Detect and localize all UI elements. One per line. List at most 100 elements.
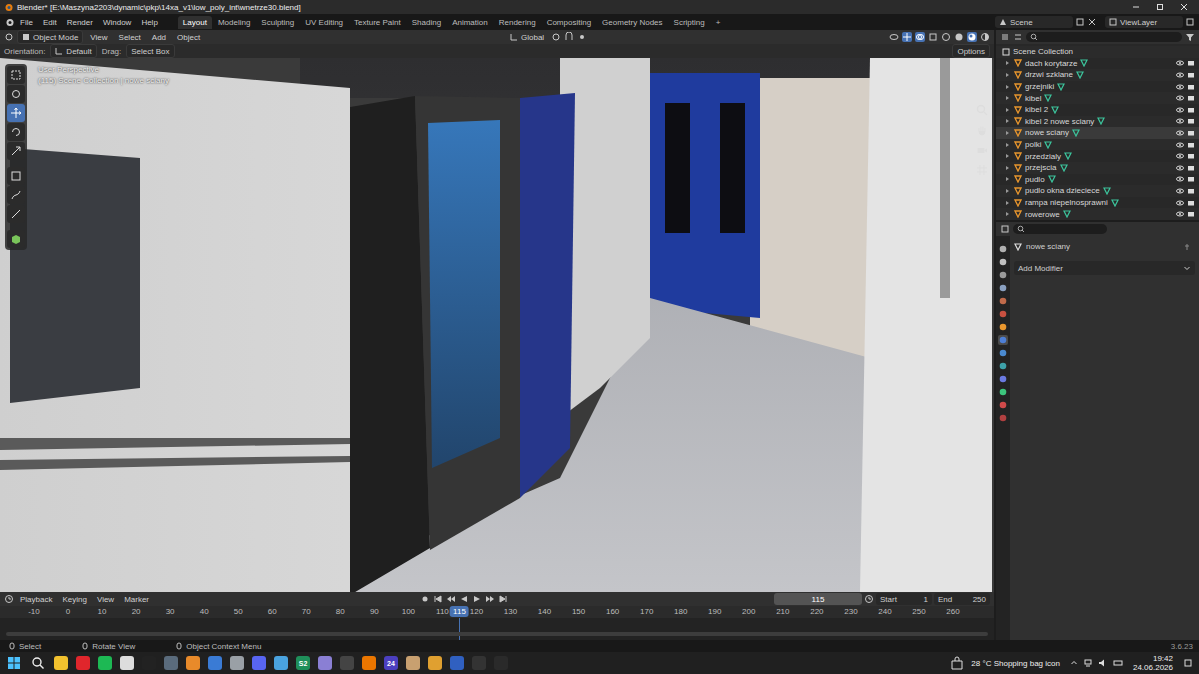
render-camera-icon[interactable] [1187, 175, 1195, 183]
drag-dropdown[interactable]: Select Box [126, 44, 174, 58]
play-reverse-icon[interactable] [459, 594, 469, 604]
properties-tab-icon[interactable] [998, 309, 1008, 319]
blender-menu-icon[interactable] [4, 17, 14, 27]
taskbar-app-icon[interactable]: 24 [382, 654, 400, 672]
editor-type-icon[interactable] [4, 32, 14, 42]
outliner-item[interactable]: pudlo okna dzieciece [996, 185, 1199, 197]
solid-shading-icon[interactable] [954, 32, 964, 42]
network-icon[interactable] [1083, 658, 1093, 668]
outliner-item[interactable]: kibel 2 [996, 104, 1199, 116]
jump-end-icon[interactable] [498, 594, 508, 604]
playhead[interactable]: 115 [450, 606, 469, 617]
outliner-item[interactable]: dach korytarze [996, 58, 1199, 70]
properties-tab-icon[interactable] [998, 387, 1008, 397]
expand-arrow-icon[interactable] [1006, 119, 1009, 123]
pin-icon[interactable] [1183, 243, 1191, 251]
tray-arrow-icon[interactable] [1070, 659, 1078, 667]
eye-icon[interactable] [1176, 83, 1184, 91]
properties-tab-icon[interactable] [998, 296, 1008, 306]
properties-editor-icon[interactable] [1000, 224, 1010, 234]
outliner-item[interactable]: rampa niepelnosprawni [996, 197, 1199, 209]
taskbar-app-icon[interactable] [404, 654, 422, 672]
taskbar-app-icon[interactable] [492, 654, 510, 672]
render-camera-icon[interactable] [1187, 187, 1195, 195]
end-frame-field[interactable]: End250 [934, 593, 990, 605]
expand-arrow-icon[interactable] [1006, 201, 1009, 205]
wireframe-shading-icon[interactable] [941, 32, 951, 42]
taskbar-app-icon[interactable] [184, 654, 202, 672]
expand-arrow-icon[interactable] [1006, 85, 1009, 89]
properties-tab-icon[interactable] [998, 335, 1008, 345]
render-camera-icon[interactable] [1187, 71, 1195, 79]
taskbar-app-icon[interactable] [360, 654, 378, 672]
filter-icon[interactable] [1185, 32, 1195, 42]
taskbar-app-icon[interactable] [448, 654, 466, 672]
render-camera-icon[interactable] [1187, 210, 1195, 218]
properties-tab-icon[interactable] [998, 244, 1008, 254]
windows-start-icon[interactable] [7, 656, 21, 670]
workspace-tab[interactable]: Sculpting [256, 16, 299, 29]
expand-arrow-icon[interactable] [1006, 177, 1009, 181]
delete-scene-icon[interactable] [1087, 17, 1097, 27]
taskbar-app-icon[interactable] [426, 654, 444, 672]
rendered-shading-icon[interactable] [980, 32, 990, 42]
copy-scene-icon[interactable] [1075, 17, 1085, 27]
eye-icon[interactable] [1176, 129, 1184, 137]
select-tool-icon[interactable] [7, 66, 25, 84]
eye-icon[interactable] [1176, 187, 1184, 195]
outliner-item[interactable]: grzejniki [996, 81, 1199, 93]
properties-tab-icon[interactable] [998, 348, 1008, 358]
view-layer-selector[interactable]: ViewLayer [1105, 16, 1183, 28]
render-camera-icon[interactable] [1187, 94, 1195, 102]
rotate-tool-icon[interactable] [7, 123, 25, 141]
timeline-menu-item[interactable]: Playback [16, 594, 56, 605]
workspace-tab[interactable]: Layout [178, 16, 212, 29]
eye-icon[interactable] [1176, 141, 1184, 149]
display-mode-icon[interactable] [1013, 32, 1023, 42]
scene-collection-row[interactable]: Scene Collection [996, 46, 1199, 58]
outliner-item[interactable]: pudlo [996, 174, 1199, 186]
expand-arrow-icon[interactable] [1006, 154, 1009, 158]
next-key-icon[interactable] [485, 594, 495, 604]
close-icon[interactable] [1179, 2, 1189, 12]
scene-selector[interactable]: Scene [995, 16, 1073, 28]
workspace-tab[interactable]: Compositing [542, 16, 596, 29]
eye-icon[interactable] [1176, 164, 1184, 172]
weather-label[interactable]: 28 °C Shopping bag icon [971, 659, 1060, 668]
volume-icon[interactable] [1098, 658, 1108, 668]
eye-icon[interactable] [1176, 152, 1184, 160]
3d-viewport[interactable]: User Perspective(115) Scene Collection |… [0, 58, 994, 592]
add-modifier-button[interactable]: Add Modifier [1014, 261, 1195, 275]
snap-icon[interactable] [564, 32, 574, 42]
search-icon[interactable] [31, 656, 45, 670]
outliner-item[interactable]: polki [996, 139, 1199, 151]
timeline-scrollbar[interactable] [6, 632, 988, 636]
taskbar-app-icon[interactable]: S2 [294, 654, 312, 672]
taskbar-app-icon[interactable] [118, 654, 136, 672]
workspace-tab[interactable]: Animation [447, 16, 493, 29]
eye-icon[interactable] [1176, 94, 1184, 102]
taskbar-app-icon[interactable] [96, 654, 114, 672]
add-cube-tool-icon[interactable] [7, 230, 25, 248]
expand-arrow-icon[interactable] [1006, 166, 1009, 170]
properties-tab-icon[interactable] [998, 413, 1008, 423]
play-icon[interactable] [472, 594, 482, 604]
transform-tool-icon[interactable] [7, 167, 25, 185]
outliner-item[interactable]: przejscia [996, 162, 1199, 174]
measure-tool-icon[interactable] [7, 205, 25, 223]
orientation-dropdown[interactable]: Default [50, 44, 96, 58]
render-camera-icon[interactable] [1187, 141, 1195, 149]
xray-icon[interactable] [928, 32, 938, 42]
outliner-item[interactable]: rowerowe [996, 208, 1199, 220]
expand-arrow-icon[interactable] [1006, 108, 1009, 112]
taskbar-app-icon[interactable] [74, 654, 92, 672]
keyboard-icon[interactable] [1113, 658, 1123, 668]
timeline-menu-item[interactable]: View [93, 594, 118, 605]
frame-ruler[interactable]: -100102030405060708090100110120130140150… [0, 606, 994, 618]
options-dropdown[interactable]: Options [952, 44, 990, 58]
move-tool-icon[interactable] [7, 104, 25, 122]
properties-tab-icon[interactable] [998, 400, 1008, 410]
annotate-tool-icon[interactable] [7, 186, 25, 204]
expand-arrow-icon[interactable] [1006, 189, 1009, 193]
outliner-item[interactable]: nowe sciany [996, 127, 1199, 139]
